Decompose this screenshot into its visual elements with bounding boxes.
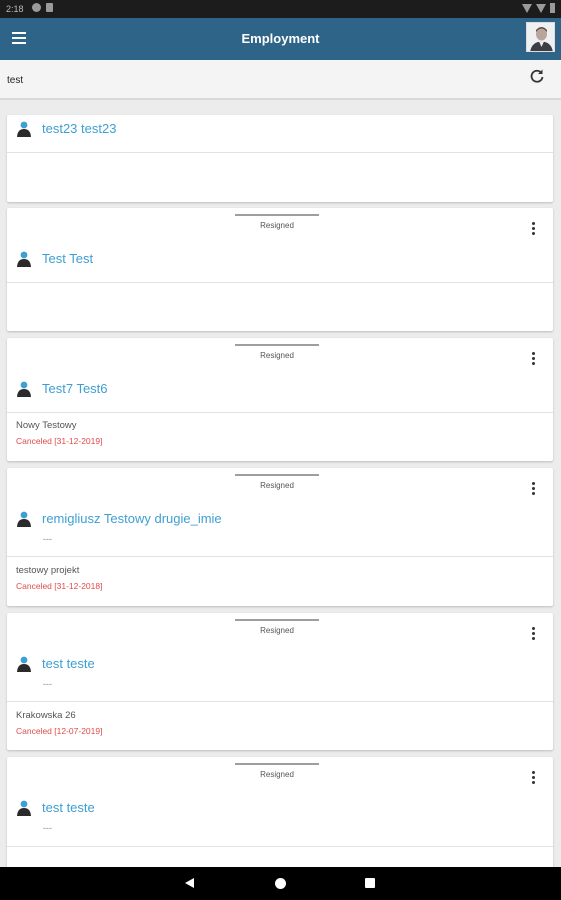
more-options-icon[interactable]	[532, 627, 536, 641]
project-name: Krakowska 26	[16, 710, 76, 721]
status-badge: Resigned	[260, 351, 294, 360]
cancel-status: Canceled [31-12-2019]	[16, 436, 103, 446]
app-bar: Employment	[0, 18, 561, 60]
status-indicator-line	[235, 344, 319, 346]
project-name: Nowy Testowy	[16, 420, 77, 431]
page-title: Employment	[241, 31, 320, 46]
card-divider	[7, 412, 553, 413]
refresh-icon[interactable]	[529, 68, 545, 84]
card-divider	[7, 152, 553, 153]
avatar[interactable]	[526, 22, 555, 52]
employee-name[interactable]: test teste	[42, 656, 95, 671]
person-icon	[17, 800, 31, 816]
cancel-status: Canceled [12-07-2019]	[16, 726, 103, 736]
status-time: 2:18	[6, 4, 24, 14]
home-icon[interactable]	[275, 878, 286, 889]
person-icon	[17, 511, 31, 527]
battery-icon	[550, 3, 555, 13]
status-indicator-line	[235, 474, 319, 476]
storage-icon	[46, 3, 53, 12]
employee-subtitle: ---	[43, 679, 52, 689]
search-query[interactable]: test	[7, 75, 23, 86]
more-options-icon[interactable]	[532, 222, 536, 236]
status-indicator-line	[235, 763, 319, 765]
back-icon[interactable]	[185, 878, 194, 888]
status-badge: Resigned	[260, 481, 294, 490]
more-options-icon[interactable]	[532, 352, 536, 366]
employee-subtitle: ---	[43, 534, 52, 544]
card-divider	[7, 282, 553, 283]
status-badge: Resigned	[260, 626, 294, 635]
card-divider	[7, 701, 553, 702]
notification-icons	[32, 3, 53, 12]
status-bar: 2:18	[0, 0, 561, 18]
person-icon	[17, 251, 31, 267]
person-icon	[17, 381, 31, 397]
employee-card[interactable]: Resigned remigliusz Testowy drugie_imie …	[7, 468, 553, 606]
employee-subtitle: ---	[43, 823, 52, 833]
status-badge: Resigned	[260, 770, 294, 779]
status-indicator-line	[235, 619, 319, 621]
person-icon	[17, 121, 31, 137]
employee-name[interactable]: Test7 Test6	[42, 381, 108, 396]
more-options-icon[interactable]	[532, 482, 536, 496]
card-divider	[7, 846, 553, 847]
signal-icon	[536, 3, 546, 13]
recents-icon[interactable]	[365, 878, 375, 888]
person-icon	[17, 656, 31, 672]
card-divider	[7, 556, 553, 557]
employee-name[interactable]: test23 test23	[42, 121, 116, 136]
system-nav-bar	[0, 867, 561, 900]
cancel-status: Canceled [31-12-2018]	[16, 581, 103, 591]
more-options-icon[interactable]	[532, 771, 536, 785]
avatar-photo-icon	[527, 23, 554, 51]
status-indicator-line	[235, 214, 319, 216]
wifi-icon	[522, 3, 532, 13]
employee-card[interactable]: Resigned Test Test	[7, 208, 553, 331]
sync-icon	[32, 3, 41, 12]
employee-card[interactable]: test23 test23	[7, 115, 553, 202]
employee-card[interactable]: Resigned Test7 Test6 Nowy Testowy Cancel…	[7, 338, 553, 461]
status-badge: Resigned	[260, 221, 294, 230]
system-icons	[522, 3, 555, 13]
employee-name[interactable]: Test Test	[42, 251, 93, 266]
employee-name[interactable]: remigliusz Testowy drugie_imie	[42, 511, 222, 526]
employee-name[interactable]: test teste	[42, 800, 95, 815]
project-name: testowy projekt	[16, 565, 80, 576]
employee-card[interactable]: Resigned test teste --- Krakowska 26 Can…	[7, 613, 553, 750]
search-bar[interactable]: test	[0, 60, 561, 100]
